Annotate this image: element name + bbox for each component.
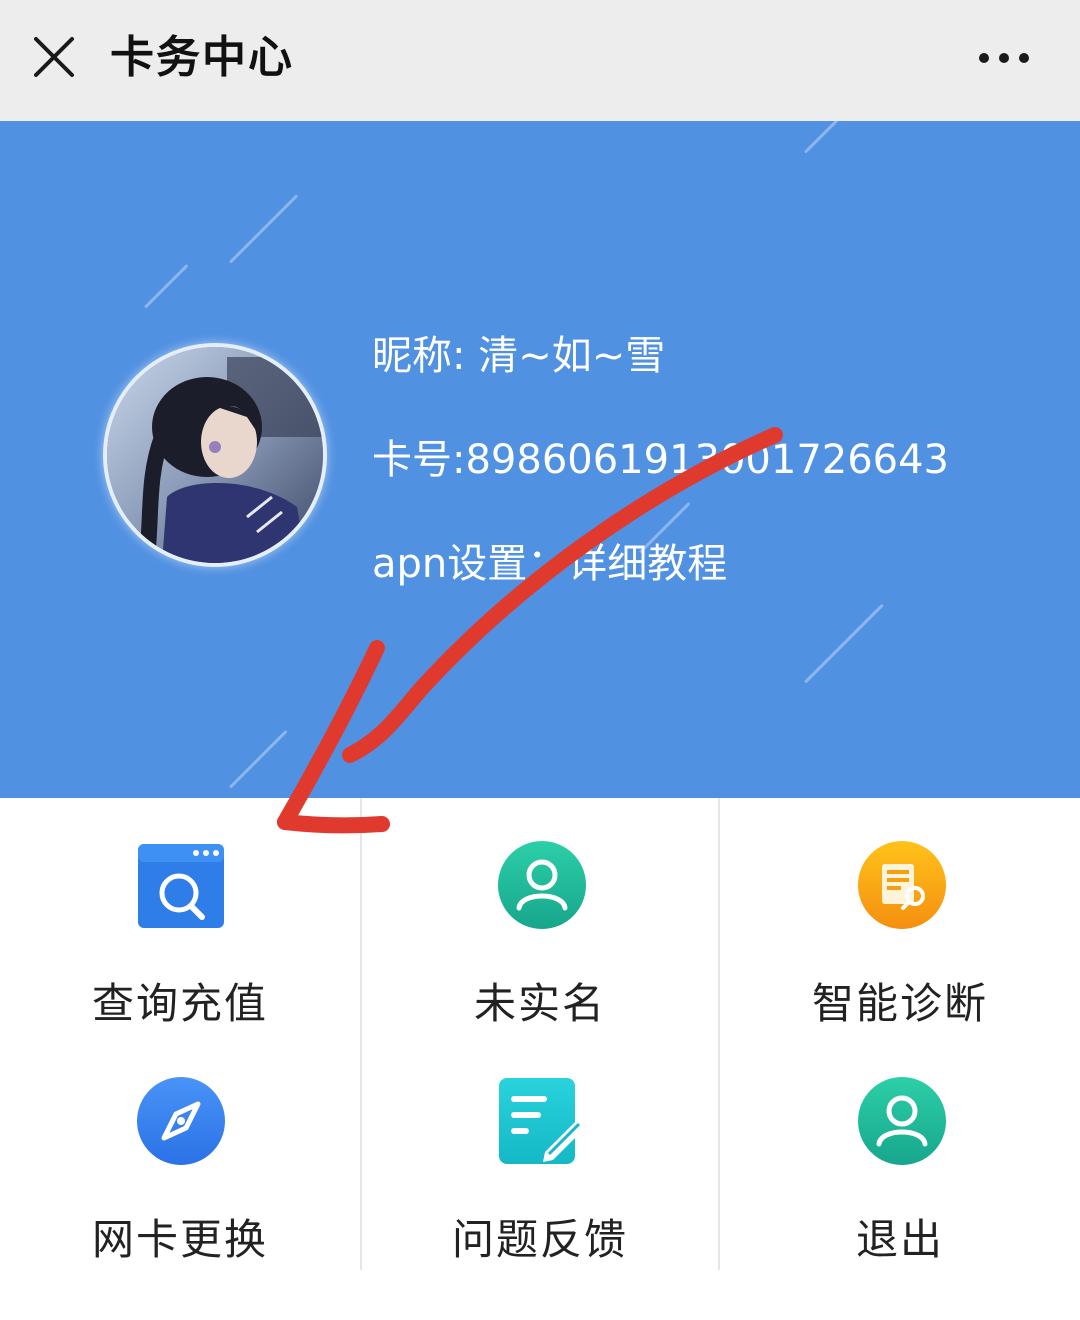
menu-item-label: 查询充值 [91, 979, 268, 1028]
search-browser-icon [136, 840, 226, 930]
menu-item-label: 未实名 [473, 979, 606, 1028]
decor-streak [228, 194, 299, 264]
decor-streak [143, 264, 189, 309]
close-icon[interactable] [26, 29, 82, 85]
menu-item-card-replace[interactable]: 网卡更换 [0, 1034, 360, 1270]
menu-item-feedback[interactable]: 问题反馈 [360, 1034, 720, 1270]
more-dots-icon[interactable] [968, 36, 1040, 80]
decor-streak [803, 121, 842, 154]
profile-header: 昵称: 清~如~雪 卡号:89860619130017266​43 apn设置：… [0, 121, 1080, 798]
menu-item-smart-diagnosis[interactable]: 智能诊断 [720, 798, 1080, 1034]
nickname-text: 昵称: 清~如~雪 [372, 333, 666, 379]
compass-icon [136, 1076, 226, 1166]
user-icon [497, 840, 587, 930]
page-title: 卡务中心 [110, 32, 294, 83]
menu-item-label: 问题反馈 [451, 1215, 628, 1264]
edit-document-icon [497, 1076, 587, 1166]
decor-streak [803, 603, 884, 684]
apn-settings-link[interactable]: apn设置：详细教程 [372, 539, 727, 589]
menu-item-unverified[interactable]: 未实名 [360, 798, 720, 1034]
avatar[interactable] [103, 343, 327, 567]
diagnosis-document-icon [857, 840, 947, 930]
top-nav-bar: 卡务中心 [0, 0, 1080, 121]
menu-item-label: 智能诊断 [811, 979, 988, 1028]
menu-item-label: 退出 [855, 1215, 944, 1264]
user-icon [857, 1076, 947, 1166]
card-number-text: 卡号:89860619130017266​43 [372, 437, 950, 483]
decor-streak [228, 729, 288, 789]
menu-grid: 查询充值 未实名 智能诊断 网卡更换 问题反馈 退出 [0, 798, 1080, 1270]
menu-item-query-recharge[interactable]: 查询充值 [0, 798, 360, 1034]
menu-item-logout[interactable]: 退出 [720, 1034, 1080, 1270]
menu-item-label: 网卡更换 [91, 1215, 268, 1264]
